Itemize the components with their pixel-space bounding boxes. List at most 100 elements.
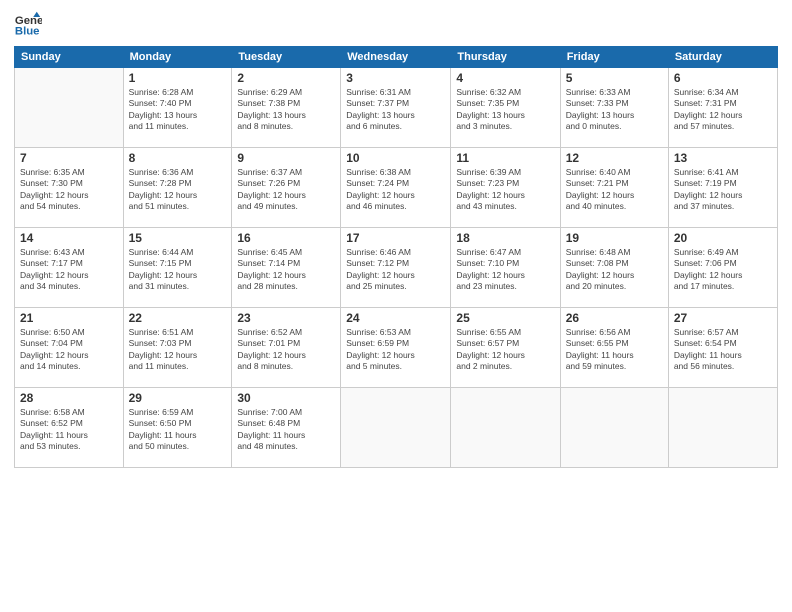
weekday-header: Monday — [123, 47, 232, 68]
calendar-cell: 9 Sunrise: 6:37 AMSunset: 7:26 PMDaylight… — [232, 148, 341, 228]
calendar-cell: 2 Sunrise: 6:29 AMSunset: 7:38 PMDaylight… — [232, 68, 341, 148]
day-info: Sunrise: 6:47 AMSunset: 7:10 PMDaylight:… — [456, 247, 554, 293]
calendar-cell: 23 Sunrise: 6:52 AMSunset: 7:01 PMDayligh… — [232, 308, 341, 388]
day-number: 30 — [237, 391, 335, 405]
day-number: 21 — [20, 311, 118, 325]
day-number: 26 — [566, 311, 663, 325]
day-number: 24 — [346, 311, 445, 325]
logo-icon: General Blue — [14, 10, 42, 38]
day-info: Sunrise: 6:57 AMSunset: 6:54 PMDaylight:… — [674, 327, 772, 373]
day-number: 18 — [456, 231, 554, 245]
weekday-header: Thursday — [451, 47, 560, 68]
calendar-cell: 1 Sunrise: 6:28 AMSunset: 7:40 PMDaylight… — [123, 68, 232, 148]
day-info: Sunrise: 6:52 AMSunset: 7:01 PMDaylight:… — [237, 327, 335, 373]
calendar-week-row: 7 Sunrise: 6:35 AMSunset: 7:30 PMDaylight… — [15, 148, 778, 228]
calendar-cell — [451, 388, 560, 468]
calendar-cell: 16 Sunrise: 6:45 AMSunset: 7:14 PMDayligh… — [232, 228, 341, 308]
calendar-cell: 8 Sunrise: 6:36 AMSunset: 7:28 PMDaylight… — [123, 148, 232, 228]
day-info: Sunrise: 6:58 AMSunset: 6:52 PMDaylight:… — [20, 407, 118, 453]
day-info: Sunrise: 6:32 AMSunset: 7:35 PMDaylight:… — [456, 87, 554, 133]
day-number: 12 — [566, 151, 663, 165]
day-info: Sunrise: 6:36 AMSunset: 7:28 PMDaylight:… — [129, 167, 227, 213]
day-number: 28 — [20, 391, 118, 405]
day-number: 2 — [237, 71, 335, 85]
calendar-cell: 14Sunrise: 6:43 AMSunset: 7:17 PMDayligh… — [15, 228, 124, 308]
svg-text:Blue: Blue — [15, 26, 40, 38]
calendar-cell: 17Sunrise: 6:46 AMSunset: 7:12 PMDayligh… — [341, 228, 451, 308]
day-info: Sunrise: 6:50 AMSunset: 7:04 PMDaylight:… — [20, 327, 118, 373]
day-number: 3 — [346, 71, 445, 85]
calendar-cell: 10 Sunrise: 6:38 AMSunset: 7:24 PMDayligh… — [341, 148, 451, 228]
day-info: Sunrise: 6:51 AMSunset: 7:03 PMDaylight:… — [129, 327, 227, 373]
calendar-cell: 29 Sunrise: 6:59 AMSunset: 6:50 PMDayligh… — [123, 388, 232, 468]
day-number: 6 — [674, 71, 772, 85]
calendar-cell — [341, 388, 451, 468]
day-info: Sunrise: 6:46 AMSunset: 7:12 PMDaylight:… — [346, 247, 445, 293]
day-number: 10 — [346, 151, 445, 165]
calendar-cell — [668, 388, 777, 468]
page: General Blue SundayMondayTuesdayWednesda… — [0, 0, 792, 612]
day-info: Sunrise: 6:28 AMSunset: 7:40 PMDaylight:… — [129, 87, 227, 133]
day-info: Sunrise: 6:37 AMSunset: 7:26 PMDaylight:… — [237, 167, 335, 213]
calendar-cell: 27 Sunrise: 6:57 AMSunset: 6:54 PMDayligh… — [668, 308, 777, 388]
day-number: 27 — [674, 311, 772, 325]
day-info: Sunrise: 6:35 AMSunset: 7:30 PMDaylight:… — [20, 167, 118, 213]
day-number: 25 — [456, 311, 554, 325]
calendar-cell: 12Sunrise: 6:40 AMSunset: 7:21 PMDayligh… — [560, 148, 668, 228]
calendar-week-row: 21 Sunrise: 6:50 AMSunset: 7:04 PMDayligh… — [15, 308, 778, 388]
day-number: 1 — [129, 71, 227, 85]
day-info: Sunrise: 6:49 AMSunset: 7:06 PMDaylight:… — [674, 247, 772, 293]
day-info: Sunrise: 6:45 AMSunset: 7:14 PMDaylight:… — [237, 247, 335, 293]
calendar-cell: 21 Sunrise: 6:50 AMSunset: 7:04 PMDayligh… — [15, 308, 124, 388]
weekday-header: Sunday — [15, 47, 124, 68]
day-number: 5 — [566, 71, 663, 85]
calendar-cell — [560, 388, 668, 468]
day-number: 20 — [674, 231, 772, 245]
day-info: Sunrise: 6:31 AMSunset: 7:37 PMDaylight:… — [346, 87, 445, 133]
day-number: 23 — [237, 311, 335, 325]
calendar-cell: 19Sunrise: 6:48 AMSunset: 7:08 PMDayligh… — [560, 228, 668, 308]
day-info: Sunrise: 7:00 AMSunset: 6:48 PMDaylight:… — [237, 407, 335, 453]
calendar-cell — [15, 68, 124, 148]
day-number: 15 — [129, 231, 227, 245]
calendar-cell: 7 Sunrise: 6:35 AMSunset: 7:30 PMDaylight… — [15, 148, 124, 228]
calendar-cell: 24 Sunrise: 6:53 AMSunset: 6:59 PMDayligh… — [341, 308, 451, 388]
day-number: 7 — [20, 151, 118, 165]
calendar-cell: 11 Sunrise: 6:39 AMSunset: 7:23 PMDayligh… — [451, 148, 560, 228]
day-info: Sunrise: 6:39 AMSunset: 7:23 PMDaylight:… — [456, 167, 554, 213]
day-info: Sunrise: 6:44 AMSunset: 7:15 PMDaylight:… — [129, 247, 227, 293]
weekday-header: Wednesday — [341, 47, 451, 68]
day-info: Sunrise: 6:53 AMSunset: 6:59 PMDaylight:… — [346, 327, 445, 373]
day-number: 16 — [237, 231, 335, 245]
day-info: Sunrise: 6:48 AMSunset: 7:08 PMDaylight:… — [566, 247, 663, 293]
day-info: Sunrise: 6:38 AMSunset: 7:24 PMDaylight:… — [346, 167, 445, 213]
calendar-cell: 18 Sunrise: 6:47 AMSunset: 7:10 PMDayligh… — [451, 228, 560, 308]
calendar-table: SundayMondayTuesdayWednesdayThursdayFrid… — [14, 46, 778, 468]
calendar-week-row: 1 Sunrise: 6:28 AMSunset: 7:40 PMDaylight… — [15, 68, 778, 148]
day-info: Sunrise: 6:56 AMSunset: 6:55 PMDaylight:… — [566, 327, 663, 373]
calendar-cell: 5 Sunrise: 6:33 AMSunset: 7:33 PMDaylight… — [560, 68, 668, 148]
day-number: 29 — [129, 391, 227, 405]
weekday-header: Friday — [560, 47, 668, 68]
day-info: Sunrise: 6:59 AMSunset: 6:50 PMDaylight:… — [129, 407, 227, 453]
day-number: 11 — [456, 151, 554, 165]
day-info: Sunrise: 6:33 AMSunset: 7:33 PMDaylight:… — [566, 87, 663, 133]
header: General Blue — [14, 10, 778, 38]
day-info: Sunrise: 6:41 AMSunset: 7:19 PMDaylight:… — [674, 167, 772, 213]
calendar-week-row: 14Sunrise: 6:43 AMSunset: 7:17 PMDayligh… — [15, 228, 778, 308]
weekday-header: Saturday — [668, 47, 777, 68]
day-number: 8 — [129, 151, 227, 165]
day-info: Sunrise: 6:43 AMSunset: 7:17 PMDaylight:… — [20, 247, 118, 293]
day-number: 9 — [237, 151, 335, 165]
calendar-cell: 26 Sunrise: 6:56 AMSunset: 6:55 PMDayligh… — [560, 308, 668, 388]
day-info: Sunrise: 6:29 AMSunset: 7:38 PMDaylight:… — [237, 87, 335, 133]
calendar-header-row: SundayMondayTuesdayWednesdayThursdayFrid… — [15, 47, 778, 68]
calendar-cell: 3 Sunrise: 6:31 AMSunset: 7:37 PMDaylight… — [341, 68, 451, 148]
calendar-cell: 30 Sunrise: 7:00 AMSunset: 6:48 PMDayligh… — [232, 388, 341, 468]
day-number: 13 — [674, 151, 772, 165]
calendar-week-row: 28 Sunrise: 6:58 AMSunset: 6:52 PMDayligh… — [15, 388, 778, 468]
calendar-cell: 13 Sunrise: 6:41 AMSunset: 7:19 PMDayligh… — [668, 148, 777, 228]
calendar-cell: 6Sunrise: 6:34 AMSunset: 7:31 PMDaylight… — [668, 68, 777, 148]
day-number: 4 — [456, 71, 554, 85]
calendar-cell: 25Sunrise: 6:55 AMSunset: 6:57 PMDayligh… — [451, 308, 560, 388]
